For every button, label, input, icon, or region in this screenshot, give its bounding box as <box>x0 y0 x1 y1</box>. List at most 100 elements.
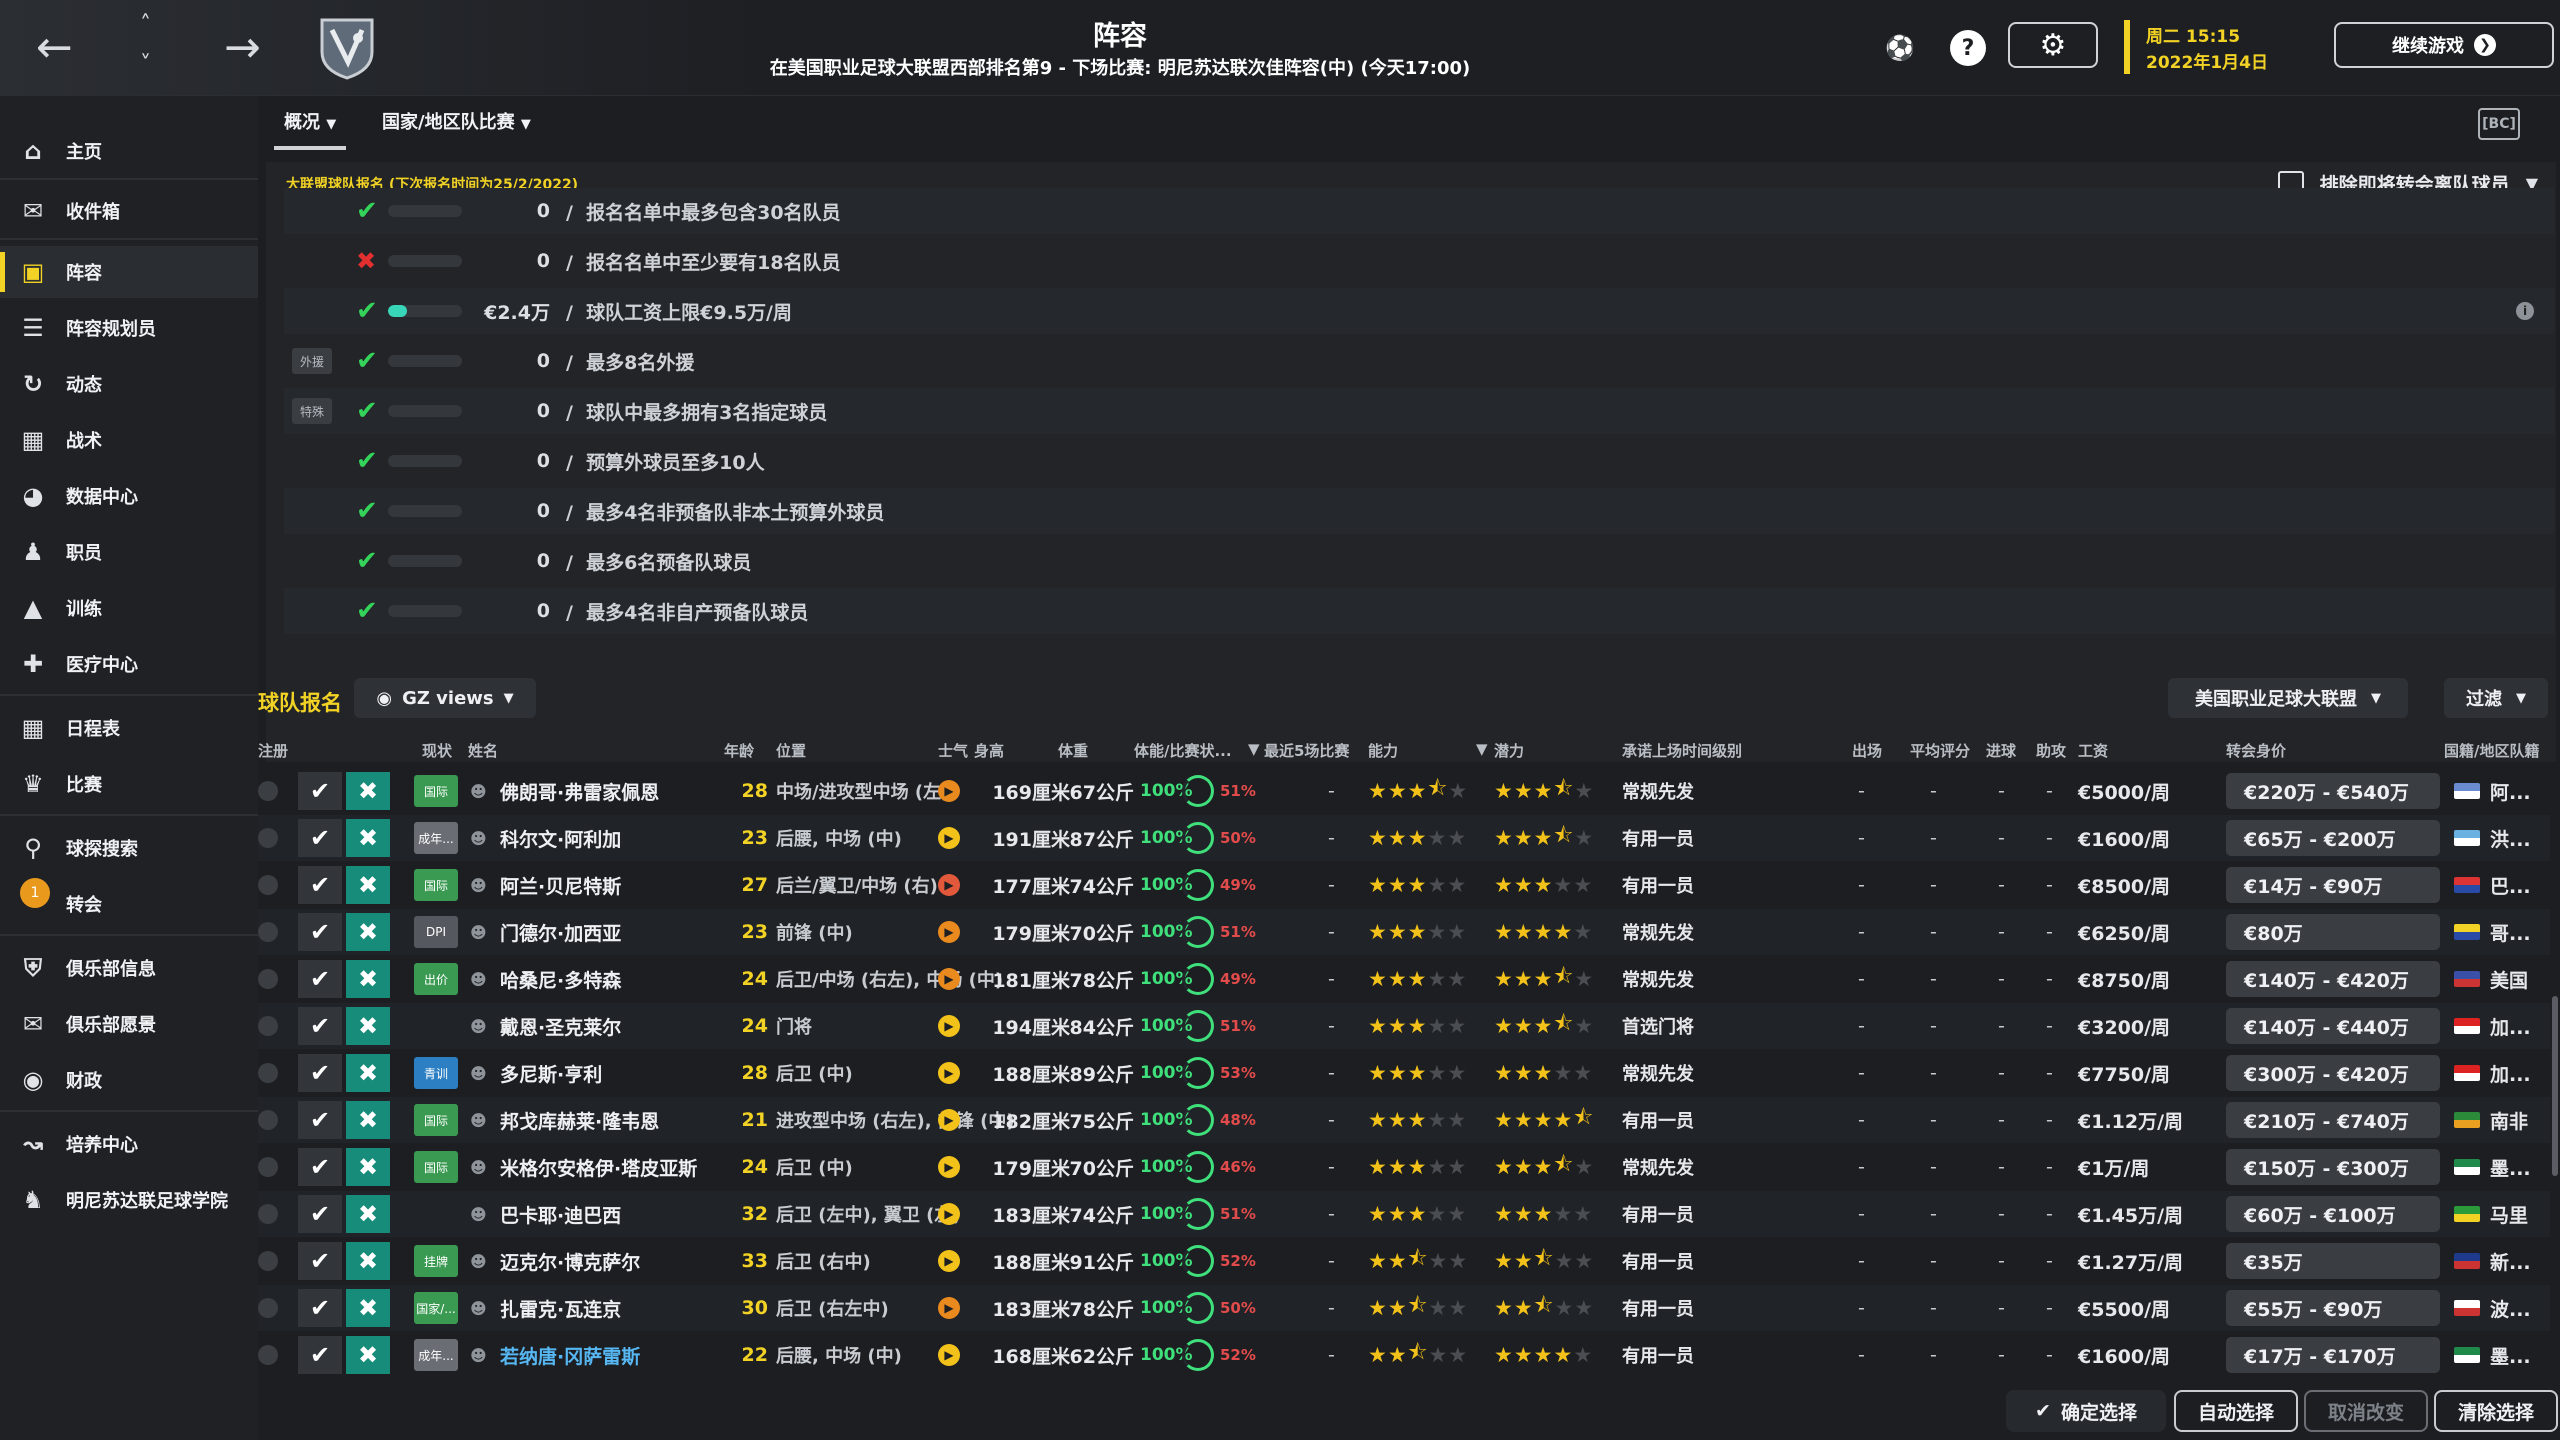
sidebar-item-schedule[interactable]: ▦ 日程表 <box>0 702 258 754</box>
transfer-value[interactable]: €35万 <box>2226 1238 2440 1284</box>
filter-button[interactable]: 过滤 ▼ <box>2444 678 2548 718</box>
column-header-potential[interactable]: 潜力 <box>1494 740 1524 761</box>
table-scrollbar[interactable] <box>2552 996 2558 1176</box>
column-header-last5[interactable]: 最近5场比赛 <box>1264 740 1349 761</box>
column-header-ability[interactable]: 能力 <box>1368 740 1398 761</box>
sidebar-item-competitions[interactable]: ♛ 比赛 <box>0 758 258 810</box>
cancel-changes-button[interactable]: 取消改变 <box>2304 1390 2428 1432</box>
sidebar-item-scouting[interactable]: ⚲ 球探搜索 <box>0 822 258 874</box>
player-name[interactable]: 佛朗哥·弗雷家佩恩 <box>500 768 710 814</box>
tab-overview[interactable]: 概况 ▼ <box>273 108 347 150</box>
player-name[interactable]: 阿兰·贝尼特斯 <box>500 862 710 908</box>
register-button[interactable]: ✔ <box>298 1003 342 1049</box>
nationality[interactable]: 阿... <box>2490 768 2550 814</box>
player-row[interactable]: ✔ ✖ 成年... ☻ 若纳唐·冈萨雷斯 22 后腰, 中场 (中) ▶ 168… <box>258 1332 2550 1378</box>
nationality[interactable]: 巴... <box>2490 862 2550 908</box>
nationality[interactable]: 洪... <box>2490 815 2550 861</box>
registration-status-dot[interactable] <box>258 909 284 955</box>
register-button[interactable]: ✔ <box>298 1097 342 1143</box>
column-header-apps[interactable]: 出场 <box>1852 740 1882 761</box>
registration-status-dot[interactable] <box>258 1050 284 1096</box>
unregister-button[interactable]: ✖ <box>346 1003 390 1049</box>
transfer-value[interactable]: €65万 - €200万 <box>2226 815 2440 861</box>
register-button[interactable]: ✔ <box>298 815 342 861</box>
unregister-button[interactable]: ✖ <box>346 1285 390 1331</box>
register-button[interactable]: ✔ <box>298 1050 342 1096</box>
transfer-value[interactable]: €14万 - €90万 <box>2226 862 2440 908</box>
column-header-value[interactable]: 转会身价 <box>2226 740 2286 761</box>
column-header-assists[interactable]: 助攻 <box>2036 740 2066 761</box>
unregister-button[interactable]: ✖ <box>346 1144 390 1190</box>
column-header-goals[interactable]: 进球 <box>1986 740 2016 761</box>
registration-status-dot[interactable] <box>258 768 284 814</box>
transfer-value[interactable]: €17万 - €170万 <box>2226 1332 2440 1378</box>
column-header-weight[interactable]: 体重 <box>1058 740 1088 761</box>
player-name[interactable]: 若纳唐·冈萨雷斯 <box>500 1332 710 1378</box>
transfer-value[interactable]: €60万 - €100万 <box>2226 1191 2440 1237</box>
sidebar-item-inbox[interactable]: ✉ 收件箱 <box>0 185 258 237</box>
player-row[interactable]: ✔ ✖ 国际 ☻ 佛朗哥·弗雷家佩恩 28 中场/进攻型中场 (左) ▶ 169… <box>258 768 2550 814</box>
continue-button[interactable]: 继续游戏 ❯ <box>2334 22 2554 68</box>
sidebar-item-club-info[interactable]: ⛨ 俱乐部信息 <box>0 942 258 994</box>
sidebar-item-medical[interactable]: ✚ 医疗中心 <box>0 638 258 690</box>
sidebar-item-finance[interactable]: ◉ 财政 <box>0 1054 258 1106</box>
ball-icon[interactable]: ⚽ <box>1882 30 1918 66</box>
unregister-button[interactable]: ✖ <box>346 768 390 814</box>
player-name[interactable]: 科尔文·阿利加 <box>500 815 710 861</box>
info-icon[interactable]: i <box>2516 302 2534 320</box>
player-row[interactable]: ✔ ✖ 出价 ☻ 哈桑尼·多特森 24 后卫/中场 (右左), 中场 (中) ▶… <box>258 956 2550 1002</box>
sidebar-item-tactics[interactable]: ▦ 战术 <box>0 414 258 466</box>
player-name[interactable]: 迈克尔·博克萨尔 <box>500 1238 710 1284</box>
nationality[interactable]: 美国 <box>2490 956 2550 1002</box>
tab-international[interactable]: 国家/地区队比赛 ▼ <box>382 108 531 146</box>
unregister-button[interactable]: ✖ <box>346 862 390 908</box>
column-header-age[interactable]: 年龄 <box>724 740 754 761</box>
column-header-nationality[interactable]: 国籍/地区队籍 <box>2444 740 2539 761</box>
nationality[interactable]: 南非 <box>2490 1097 2550 1143</box>
layout-toggle-icon[interactable]: [BC] <box>2478 108 2520 140</box>
column-header-height[interactable]: 身高 <box>974 740 1004 761</box>
nationality[interactable]: 波... <box>2490 1285 2550 1331</box>
unregister-button[interactable]: ✖ <box>346 1238 390 1284</box>
register-button[interactable]: ✔ <box>298 1144 342 1190</box>
player-row[interactable]: ✔ ✖ 国家/... ☻ 扎雷克·瓦连京 30 后卫 (右左中) ▶ 183厘米… <box>258 1285 2550 1331</box>
registration-status-dot[interactable] <box>258 1238 284 1284</box>
player-name[interactable]: 米格尔安格伊·塔皮亚斯 <box>500 1144 710 1190</box>
nationality[interactable]: 哥... <box>2490 909 2550 955</box>
transfer-value[interactable]: €300万 - €420万 <box>2226 1050 2440 1096</box>
registration-status-dot[interactable] <box>258 1003 284 1049</box>
registration-status-dot[interactable] <box>258 956 284 1002</box>
transfer-value[interactable]: €220万 - €540万 <box>2226 768 2440 814</box>
player-row[interactable]: ✔ ✖ 挂牌 ☻ 迈克尔·博克萨尔 33 后卫 (右中) ▶ 188厘米 91公… <box>258 1238 2550 1284</box>
sidebar-item-data-hub[interactable]: ◕ 数据中心 <box>0 470 258 522</box>
player-row[interactable]: ✔ ✖ 青训 ☻ 多尼斯·亨利 28 后卫 (中) ▶ 188厘米 89公斤 1… <box>258 1050 2550 1096</box>
register-button[interactable]: ✔ <box>298 1238 342 1284</box>
column-header-playing-time[interactable]: 承诺上场时间级别 <box>1622 740 1742 761</box>
nationality[interactable]: 新... <box>2490 1238 2550 1284</box>
column-header-position[interactable]: 位置 <box>776 740 806 761</box>
register-button[interactable]: ✔ <box>298 909 342 955</box>
player-name[interactable]: 戴恩·圣克莱尔 <box>500 1003 710 1049</box>
column-header-reg[interactable]: 注册 <box>258 740 288 761</box>
transfer-value[interactable]: €80万 <box>2226 909 2440 955</box>
registration-status-dot[interactable] <box>258 815 284 861</box>
sidebar-item-club-vision[interactable]: ✉ 俱乐部愿景 <box>0 998 258 1050</box>
unregister-button[interactable]: ✖ <box>346 1097 390 1143</box>
column-header-name[interactable]: 姓名 <box>468 740 498 761</box>
sidebar-item-home[interactable]: ⌂ 主页 <box>0 125 258 177</box>
view-selector[interactable]: ◉ GZ views ▼ <box>354 678 536 718</box>
player-row[interactable]: ✔ ✖ DPI ☻ 门德尔·加西亚 23 前锋 (中) ▶ 179厘米 70公斤… <box>258 909 2550 955</box>
sidebar-item-dynamics[interactable]: ↻ 动态 <box>0 358 258 410</box>
unregister-button[interactable]: ✖ <box>346 909 390 955</box>
sidebar-item-development[interactable]: ↝ 培养中心 <box>0 1118 258 1170</box>
transfer-value[interactable]: €150万 - €300万 <box>2226 1144 2440 1190</box>
transfer-value[interactable]: €140万 - €420万 <box>2226 956 2440 1002</box>
column-header-status[interactable]: 现状 <box>422 740 452 761</box>
player-row[interactable]: ✔ ✖ 国际 ☻ 阿兰·贝尼特斯 27 后兰/翼卫/中场 (右) ▶ 177厘米… <box>258 862 2550 908</box>
clear-selection-button[interactable]: 清除选择 <box>2434 1390 2558 1432</box>
unregister-button[interactable]: ✖ <box>346 1050 390 1096</box>
register-button[interactable]: ✔ <box>298 956 342 1002</box>
sidebar-item-squad[interactable]: ▣ 阵容 <box>0 246 258 298</box>
transfer-value[interactable]: €210万 - €740万 <box>2226 1097 2440 1143</box>
registration-status-dot[interactable] <box>258 1144 284 1190</box>
